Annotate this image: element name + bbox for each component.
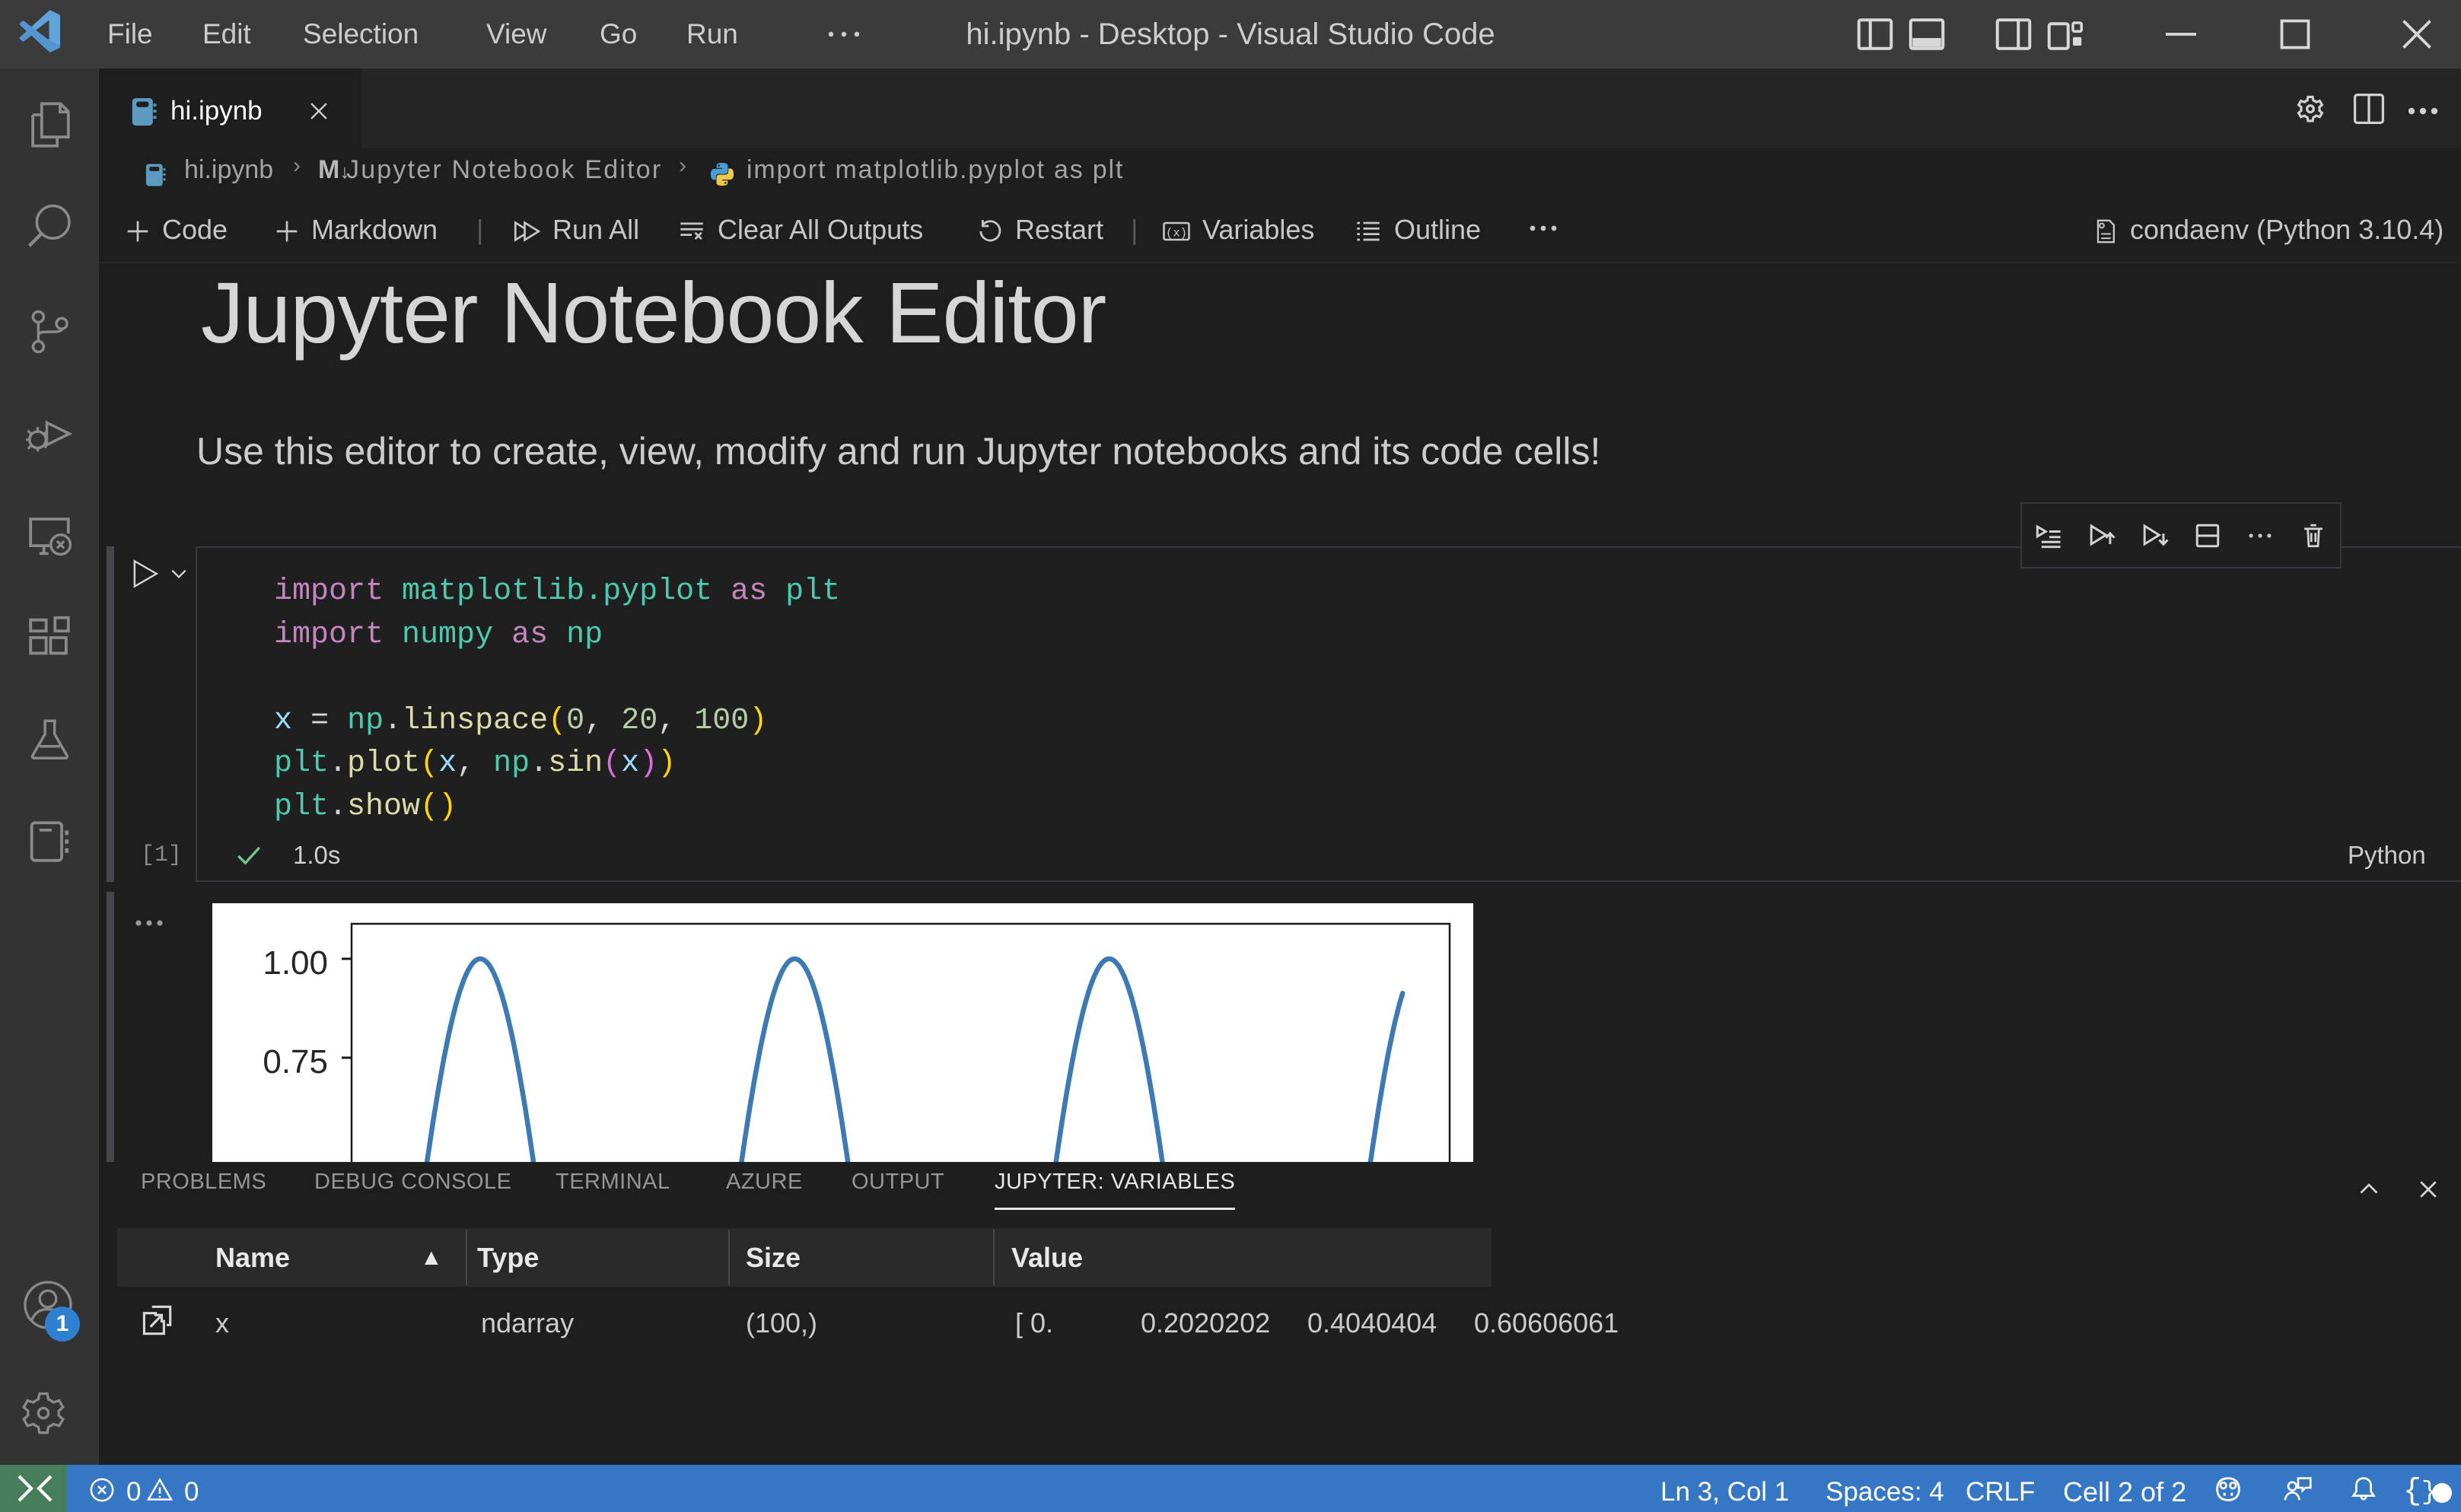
svg-text:1.00: 1.00	[263, 944, 328, 982]
svg-text:(x): (x)	[1166, 227, 1187, 240]
svg-text:0.75: 0.75	[263, 1043, 328, 1081]
